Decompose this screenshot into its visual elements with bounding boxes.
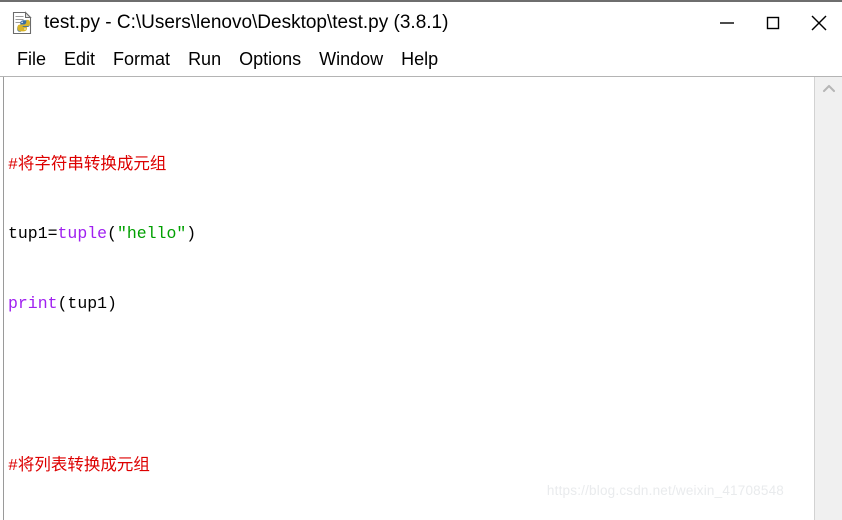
close-button[interactable] xyxy=(796,2,842,44)
window-title: test.py - C:\Users\lenovo\Desktop\test.p… xyxy=(44,12,449,33)
python-file-icon xyxy=(10,10,36,36)
menu-item-edit[interactable]: Edit xyxy=(55,47,104,73)
idle-editor-window: test.py - C:\Users\lenovo\Desktop\test.p… xyxy=(0,0,842,520)
code-line: tup1=tuple("hello") xyxy=(8,224,197,244)
menu-item-file[interactable]: File xyxy=(8,47,55,73)
menu-item-run[interactable]: Run xyxy=(179,47,230,73)
scrollbar-track[interactable] xyxy=(815,101,842,520)
menu-item-format[interactable]: Format xyxy=(104,47,179,73)
minimize-button[interactable] xyxy=(704,2,750,44)
maximize-button[interactable] xyxy=(750,2,796,44)
code-line: #将列表转换成元组 xyxy=(8,454,814,477)
window-controls xyxy=(704,2,842,44)
menu-item-help[interactable]: Help xyxy=(392,47,447,73)
scroll-up-button[interactable] xyxy=(815,77,842,101)
vertical-scrollbar[interactable] xyxy=(814,77,842,520)
title-bar[interactable]: test.py - C:\Users\lenovo\Desktop\test.p… xyxy=(0,2,842,44)
code-comment: #将列表转换成元组 xyxy=(8,456,150,476)
menu-item-options[interactable]: Options xyxy=(230,47,310,73)
code-comment: #将字符串转换成元组 xyxy=(8,154,167,174)
code-text-area[interactable]: #将字符串转换成元组 tup1=tuple("hello") print(tup… xyxy=(4,77,814,520)
menu-bar: File Edit Format Run Options Window Help xyxy=(0,44,842,76)
source-code[interactable]: #将字符串转换成元组 tup1=tuple("hello") print(tup… xyxy=(8,83,814,520)
editor-region: #将字符串转换成元组 tup1=tuple("hello") print(tup… xyxy=(0,76,842,520)
minimize-icon xyxy=(720,22,734,24)
code-line: #将字符串转换成元组 xyxy=(8,153,814,176)
close-icon xyxy=(811,15,827,31)
maximize-icon xyxy=(766,16,780,30)
menu-item-window[interactable]: Window xyxy=(310,47,392,73)
chevron-up-icon xyxy=(822,84,835,93)
code-line: print(tup1) xyxy=(8,293,117,313)
